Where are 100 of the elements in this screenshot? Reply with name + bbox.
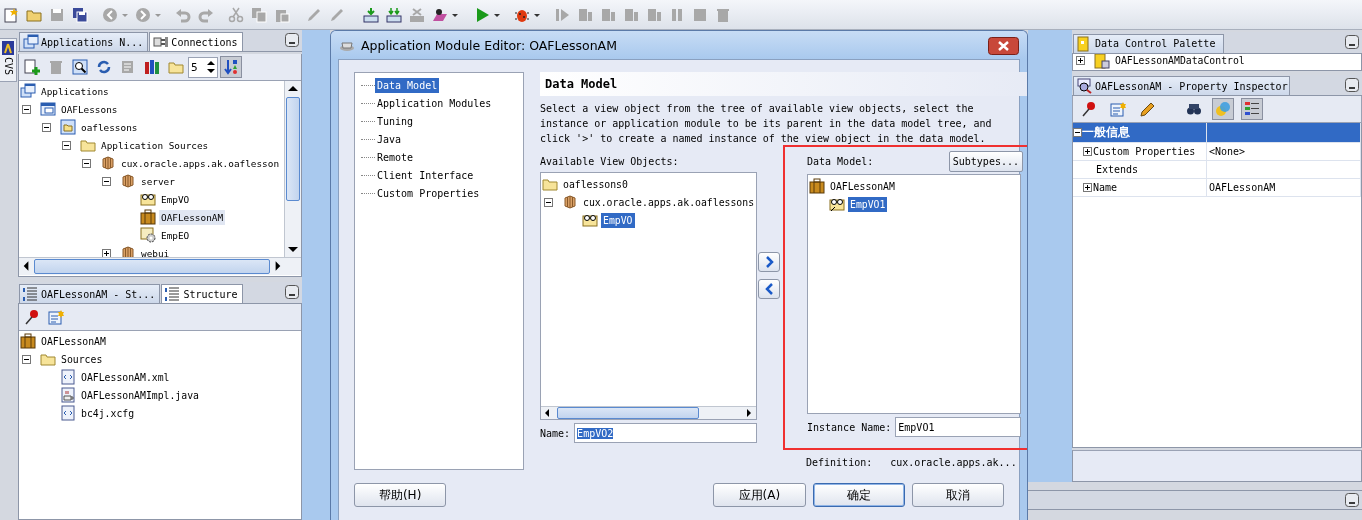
panel-tab[interactable]: OAFLessonAM - St... (19, 284, 161, 303)
sort-toggle[interactable] (220, 56, 242, 78)
tree-item[interactable]: Applications (39, 83, 111, 99)
books-icon[interactable] (144, 59, 160, 75)
tree-item[interactable]: webui (139, 245, 172, 257)
category-item[interactable]: Remote (375, 149, 416, 165)
dialog-button[interactable]: 应用(A) (713, 483, 806, 507)
collapse-toggle-icon[interactable] (62, 140, 71, 150)
tree-item[interactable]: OAFLessonAM (828, 178, 897, 194)
dropdown-arrow-icon[interactable] (534, 11, 540, 18)
category-item[interactable]: Tuning (375, 113, 416, 129)
dropdown-arrow-icon[interactable] (494, 11, 500, 18)
collapse-toggle-icon[interactable] (22, 354, 31, 364)
add-button[interactable] (758, 251, 780, 272)
minimize-icon[interactable] (1345, 35, 1359, 49)
tree-item[interactable]: oaflessons0 (561, 176, 630, 192)
gear-icon (140, 227, 156, 243)
subtypes-button[interactable]: Subtypes... (948, 150, 1023, 172)
collapse-toggle-icon[interactable] (42, 122, 51, 132)
instance-name-field[interactable]: EmpVO1 (895, 417, 1021, 437)
collapse-toggle-icon[interactable] (102, 176, 111, 186)
magnifier-icon[interactable] (72, 59, 88, 75)
tree-item[interactable]: OAFLessonAM.xml (79, 369, 172, 385)
scrollbar[interactable] (541, 406, 756, 419)
field-label: Instance Name: (807, 421, 892, 433)
tree-item[interactable]: OAFLessonAM (159, 209, 226, 225)
description-text: Select a view object from the tree of available view objects, select the instance or application module to be its parent in the data model tree, and click '>' to create a named instance of the view object in the data model. (540, 102, 993, 146)
tree-item[interactable]: bc4j.xcfg (79, 405, 137, 421)
panel-tab[interactable]: Structure (161, 284, 243, 303)
category-item[interactable]: Data Model (375, 77, 440, 93)
collapse-toggle-icon[interactable] (1073, 128, 1082, 138)
tree-item[interactable]: cux.oracle.apps.ak.oaflessons (581, 194, 757, 210)
tree-item[interactable]: server (139, 173, 177, 189)
category-item[interactable]: Custom Properties (375, 185, 482, 201)
glasses-icon (140, 191, 156, 207)
number-field[interactable]: 5 (189, 60, 205, 74)
windows-icon (20, 83, 36, 99)
property-value[interactable]: <None> (1209, 146, 1246, 158)
chevron-right-icon (763, 254, 775, 269)
scrollbar[interactable] (19, 257, 301, 275)
minimize-icon[interactable] (285, 285, 299, 299)
category-item[interactable]: Java (375, 131, 404, 147)
property-name: Name (1093, 182, 1118, 194)
minimize-icon[interactable] (285, 33, 299, 47)
expand-toggle-icon[interactable] (1083, 183, 1092, 193)
tree-item[interactable]: EmpEO (159, 227, 192, 243)
close-icon[interactable] (988, 37, 1019, 55)
expand-toggle-icon[interactable] (1076, 56, 1085, 66)
collapse-toggle-icon[interactable] (22, 104, 31, 114)
up-arrow-icon[interactable] (205, 58, 217, 67)
expand-toggle-icon[interactable] (1083, 147, 1092, 157)
tree-item[interactable]: oaflessons (79, 119, 140, 135)
panel-tab[interactable]: Data Control Palette (1073, 33, 1225, 53)
tree-item[interactable]: OAFLessonAM (39, 333, 108, 349)
package-icon (100, 155, 116, 171)
property-value[interactable]: OAFLessonAM (1209, 182, 1276, 194)
notepad-icon[interactable] (48, 309, 64, 325)
minimize-icon[interactable] (1345, 493, 1359, 507)
folder-icon[interactable] (168, 59, 184, 75)
glasses-icon (829, 196, 845, 212)
number-spinner[interactable]: 5 (188, 56, 218, 78)
pushpin-icon[interactable] (24, 309, 40, 325)
tree-item[interactable]: OAFLessonAMImpl.java (79, 387, 201, 403)
category-item[interactable]: Application Modules (375, 95, 494, 111)
panel-tab[interactable]: OAFLessonAM - Property Inspector (1073, 76, 1290, 96)
panel-tab[interactable]: Applications N... (19, 32, 149, 51)
side-tab[interactable]: CVS (0, 38, 17, 82)
collapse-toggle-icon[interactable] (544, 197, 553, 207)
minimize-icon[interactable] (1345, 77, 1359, 92)
tree-item[interactable]: Application Sources (99, 137, 211, 153)
tree-item[interactable]: cux.oracle.apps.ak.oaflesson (119, 155, 282, 171)
dialog-button[interactable]: 帮助(H) (354, 483, 447, 507)
magnifier-icon (1077, 78, 1093, 95)
panel-tab[interactable]: Connections (149, 32, 243, 51)
glasses-icon (582, 212, 598, 228)
remove-button[interactable] (758, 278, 780, 299)
xml-file-icon (60, 369, 76, 385)
field-label: Name: (540, 427, 571, 439)
name-field[interactable]: EmpVO2 (574, 423, 757, 443)
definition-value: cux.oracle.apps.ak... (890, 457, 1017, 468)
tree-item[interactable]: EmpVO (159, 191, 192, 207)
package-icon (120, 173, 136, 189)
section-heading: Data Model (540, 72, 1027, 96)
down-arrow-icon[interactable] (205, 67, 217, 76)
dropdown-arrow-icon[interactable] (452, 11, 458, 18)
collapse-toggle-icon[interactable] (82, 158, 91, 168)
field-label: Data Model: (807, 155, 874, 167)
tree-item[interactable]: EmpVO1 (848, 196, 888, 212)
scrollbar[interactable] (284, 81, 301, 257)
tree-item[interactable]: OAFLessons (59, 101, 120, 117)
tree-item[interactable]: EmpVO (601, 212, 635, 228)
add-file-icon[interactable] (24, 59, 40, 75)
package-icon (562, 194, 578, 210)
dialog-button[interactable]: 确定 (812, 483, 905, 507)
category-item[interactable]: Client Interface (375, 167, 476, 183)
refresh-icon[interactable] (96, 59, 112, 75)
tree-item[interactable]: Sources (59, 351, 105, 367)
field-label: Available View Objects: (540, 155, 679, 167)
dialog-button[interactable]: 取消 (911, 483, 1004, 507)
java-file-icon (60, 387, 76, 403)
